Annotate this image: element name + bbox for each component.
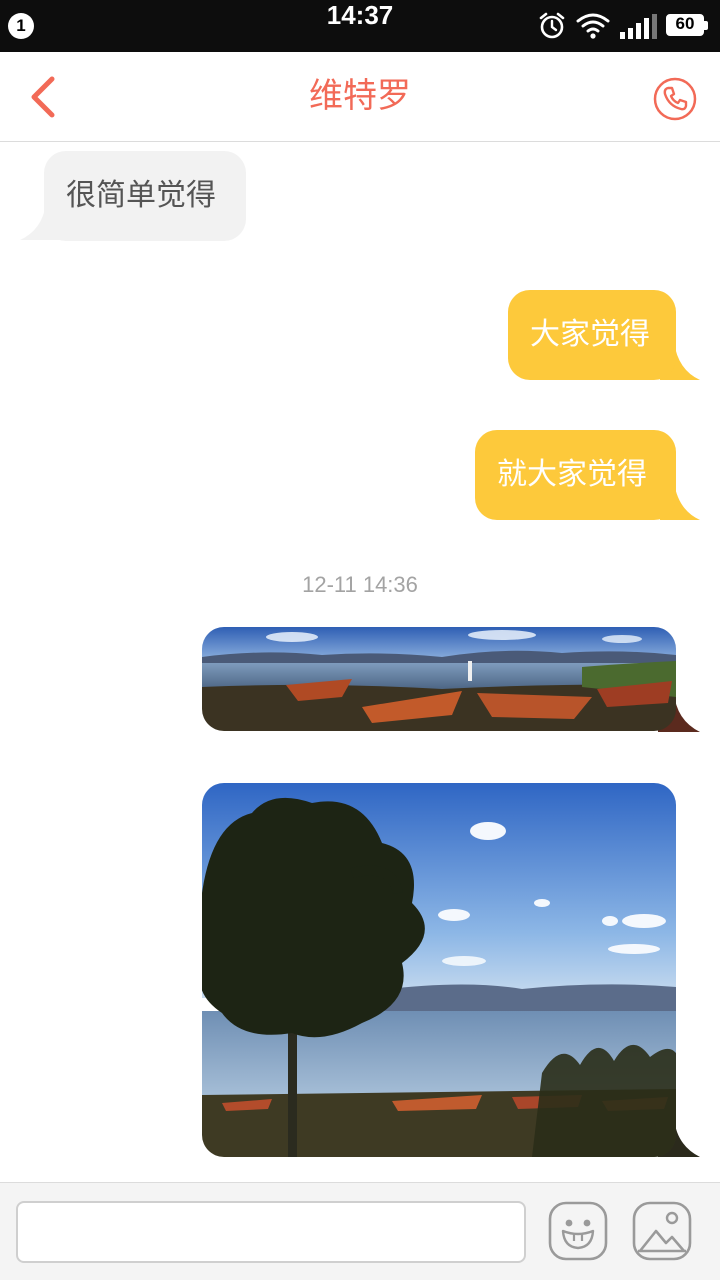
back-button[interactable]	[22, 74, 68, 120]
wifi-icon	[576, 13, 610, 39]
lake-tree-photo	[202, 783, 676, 1157]
battery-icon: 60	[666, 14, 710, 38]
outgoing-message[interactable]: 大家觉得	[508, 290, 676, 380]
image-message[interactable]	[202, 627, 676, 731]
alarm-icon	[539, 12, 565, 39]
image-icon	[638, 1211, 686, 1253]
phone-icon	[663, 86, 688, 111]
signal-icon	[620, 14, 657, 39]
call-button[interactable]	[652, 76, 698, 122]
message-compose-bar	[0, 1182, 720, 1280]
message-input[interactable]	[16, 1201, 526, 1263]
contact-name: 维特罗	[309, 76, 411, 116]
panorama-photo	[202, 627, 676, 731]
outgoing-message[interactable]: 就大家觉得	[475, 430, 676, 520]
photo-button[interactable]	[632, 1201, 692, 1261]
status-bar: 1 14:37 60	[0, 0, 720, 52]
emoji-button[interactable]	[548, 1201, 608, 1261]
status-time: 14:37	[326, 0, 394, 30]
message-timestamp: 12-11 14:36	[302, 572, 418, 597]
message-list[interactable]: 很简单觉得 大家觉得 就大家觉得 12-11 14:36	[0, 142, 720, 1182]
battery-level: 60	[675, 14, 695, 33]
emoji-face-icon	[561, 1219, 595, 1250]
image-message[interactable]	[202, 783, 676, 1157]
incoming-message[interactable]: 很简单觉得	[44, 151, 246, 241]
chat-header: 维特罗	[0, 52, 720, 142]
